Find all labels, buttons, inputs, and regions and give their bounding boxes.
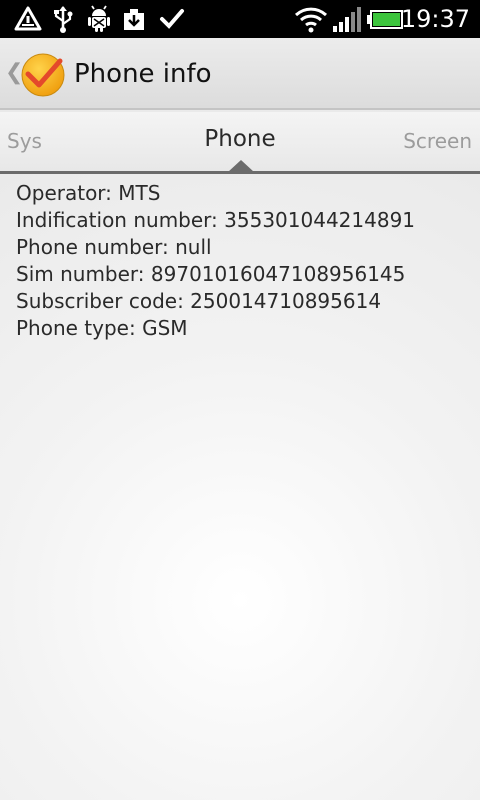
identification-number-line: Indification number: 355301044214891	[16, 208, 416, 232]
signal-bars-icon	[332, 5, 362, 33]
action-bar: ❮ Phone info	[0, 38, 480, 110]
checkmark-icon	[158, 5, 186, 33]
tab-selected-indicator	[228, 160, 254, 172]
phone-info-list: Operator: MTS Indification number: 35530…	[16, 180, 476, 342]
tab-strip: Sys Phone Screen	[0, 112, 480, 174]
sim-number-line: Sim number: 89701016047108956145	[16, 262, 406, 286]
android-debug-icon	[86, 5, 112, 33]
tab-screen[interactable]: Screen	[403, 126, 472, 156]
page-title: Phone info	[74, 59, 212, 89]
download-icon	[120, 5, 148, 33]
status-bar: 19:37	[0, 0, 480, 38]
usb-icon	[52, 5, 74, 33]
app-logo-icon[interactable]	[20, 52, 66, 98]
operator-line: Operator: MTS	[16, 181, 161, 205]
phone-number-line: Phone number: null	[16, 235, 212, 259]
battery-icon	[367, 5, 403, 33]
triangle-warning-icon	[14, 5, 42, 33]
clock-time: 19:37	[400, 5, 470, 33]
wifi-icon	[294, 5, 328, 33]
phone-type-line: Phone type: GSM	[16, 316, 188, 340]
subscriber-code-line: Subscriber code: 250014710895614	[16, 289, 382, 313]
